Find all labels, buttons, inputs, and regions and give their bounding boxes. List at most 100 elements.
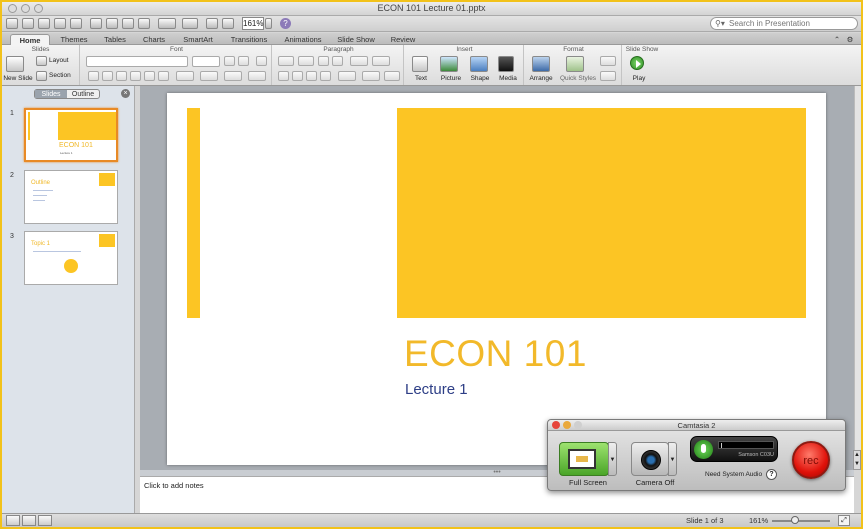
underline-icon[interactable] <box>116 71 127 81</box>
slide-thumbnail-3[interactable]: Topic 1 <box>24 231 118 285</box>
layout-button[interactable]: Layout <box>49 57 69 64</box>
new-slide-button[interactable]: New Slide <box>2 75 34 82</box>
justify-icon[interactable] <box>320 71 331 81</box>
close-panel-icon[interactable]: × <box>121 89 130 98</box>
quick-styles-button[interactable]: Quick Styles <box>558 75 598 82</box>
new-icon[interactable] <box>6 18 18 29</box>
arrange-icon[interactable] <box>532 56 550 72</box>
align-right-icon[interactable] <box>306 71 317 81</box>
grow-font-icon[interactable] <box>224 56 235 66</box>
line-spacing-icon[interactable] <box>362 71 380 81</box>
help-icon[interactable]: ? <box>766 469 777 480</box>
shrink-font-icon[interactable] <box>238 56 249 66</box>
text-box-icon[interactable] <box>412 56 428 72</box>
picture-button[interactable]: Picture <box>436 75 466 82</box>
slide-thumbnail-1[interactable]: ECON 101 Lecture 1 <box>24 108 118 162</box>
numbering-icon[interactable] <box>298 56 314 66</box>
shape-line-icon[interactable] <box>600 71 616 81</box>
media-button[interactable]: Media <box>494 75 522 82</box>
toolbox-icon[interactable] <box>222 18 234 29</box>
columns-icon[interactable] <box>338 71 356 81</box>
section-button[interactable]: Section <box>49 72 71 79</box>
tab-transitions[interactable]: Transitions <box>224 34 274 45</box>
help-icon[interactable]: ? <box>280 18 291 29</box>
bullets-icon[interactable] <box>278 56 294 66</box>
font-name-combo[interactable] <box>86 56 188 67</box>
slide-show-view-icon[interactable] <box>38 515 52 526</box>
zoom-slider-knob[interactable] <box>791 516 799 524</box>
play-button[interactable]: Play <box>626 75 652 82</box>
scroll-arrows[interactable]: ▲ ▼ <box>853 450 861 470</box>
align-text-icon[interactable] <box>384 71 400 81</box>
vertical-scrollbar[interactable] <box>854 86 861 470</box>
highlight-icon[interactable] <box>248 71 266 81</box>
clear-format-icon[interactable] <box>256 56 267 66</box>
collapse-ribbon-icon[interactable]: ⌃ <box>832 34 842 45</box>
tab-outline[interactable]: Outline <box>67 90 99 98</box>
fit-to-window-icon[interactable]: ⤢ <box>838 515 850 526</box>
cut-icon[interactable] <box>90 18 102 29</box>
undo-icon[interactable] <box>158 18 176 29</box>
align-center-icon[interactable] <box>292 71 303 81</box>
full-screen-dropdown-icon[interactable]: ▼ <box>608 442 617 476</box>
audio-panel[interactable]: Samson C03U <box>690 436 778 462</box>
full-screen-button[interactable] <box>559 442 609 476</box>
font-size-combo[interactable] <box>192 56 220 67</box>
open-icon[interactable] <box>38 18 50 29</box>
search-box[interactable]: ⚲▾ <box>710 17 858 30</box>
slide-thumbnail-2[interactable]: Outline <box>24 170 118 224</box>
camera-dropdown-icon[interactable]: ▼ <box>668 442 677 476</box>
strikethrough-icon[interactable] <box>130 71 141 81</box>
format-painter-icon[interactable] <box>138 18 150 29</box>
ribbon-settings-icon[interactable]: ⚙ <box>845 34 855 45</box>
convert-smartart-icon[interactable] <box>372 56 390 66</box>
accent-bar-left[interactable] <box>187 108 200 318</box>
new-slide-icon[interactable] <box>6 56 24 72</box>
gallery-icon[interactable] <box>206 18 218 29</box>
font-color-icon[interactable] <box>224 71 242 81</box>
notes-placeholder[interactable]: Click to add notes <box>144 481 204 490</box>
tab-review[interactable]: Review <box>384 34 422 45</box>
search-input[interactable] <box>729 18 854 29</box>
italic-icon[interactable] <box>102 71 113 81</box>
align-left-icon[interactable] <box>278 71 289 81</box>
current-slide[interactable]: ECON 101 Lecture 1 <box>167 93 826 465</box>
arrange-button[interactable]: Arrange <box>526 75 556 82</box>
zoom-field[interactable]: 161% <box>242 17 264 30</box>
zoom-dropdown-icon[interactable] <box>265 18 272 29</box>
shape-fill-icon[interactable] <box>600 56 616 66</box>
recorder-zoom-button[interactable] <box>574 421 582 429</box>
recorder-close-button[interactable] <box>552 421 560 429</box>
slide-sorter-icon[interactable] <box>22 515 36 526</box>
shape-button[interactable]: Shape <box>466 75 494 82</box>
recorder-minimize-button[interactable] <box>563 421 571 429</box>
quick-styles-icon[interactable] <box>566 56 584 72</box>
increase-indent-icon[interactable] <box>332 56 343 66</box>
bold-icon[interactable] <box>88 71 99 81</box>
subscript-icon[interactable] <box>158 71 169 81</box>
normal-view-icon[interactable] <box>6 515 20 526</box>
camera-button[interactable] <box>631 442 669 476</box>
paste-icon[interactable] <box>122 18 134 29</box>
change-case-icon[interactable] <box>200 71 218 81</box>
shape-icon[interactable] <box>470 56 488 72</box>
tab-animations[interactable]: Animations <box>278 34 328 45</box>
superscript-icon[interactable] <box>144 71 155 81</box>
slide-subtitle[interactable]: Lecture 1 <box>405 381 468 398</box>
save-icon[interactable] <box>54 18 66 29</box>
tab-home[interactable]: Home <box>10 34 50 45</box>
picture-icon[interactable] <box>440 56 458 72</box>
print-icon[interactable] <box>70 18 82 29</box>
tab-charts[interactable]: Charts <box>136 34 172 45</box>
media-icon[interactable] <box>498 56 514 72</box>
character-spacing-icon[interactable] <box>176 71 194 81</box>
slide-title[interactable]: ECON 101 <box>404 333 587 375</box>
copy-icon[interactable] <box>106 18 118 29</box>
section-icon[interactable] <box>36 71 47 81</box>
templates-icon[interactable] <box>22 18 34 29</box>
redo-icon[interactable] <box>182 18 198 29</box>
tab-slide-show[interactable]: Slide Show <box>332 34 380 45</box>
tab-tables[interactable]: Tables <box>98 34 132 45</box>
layout-icon[interactable] <box>36 56 47 66</box>
tab-smartart[interactable]: SmartArt <box>176 34 220 45</box>
